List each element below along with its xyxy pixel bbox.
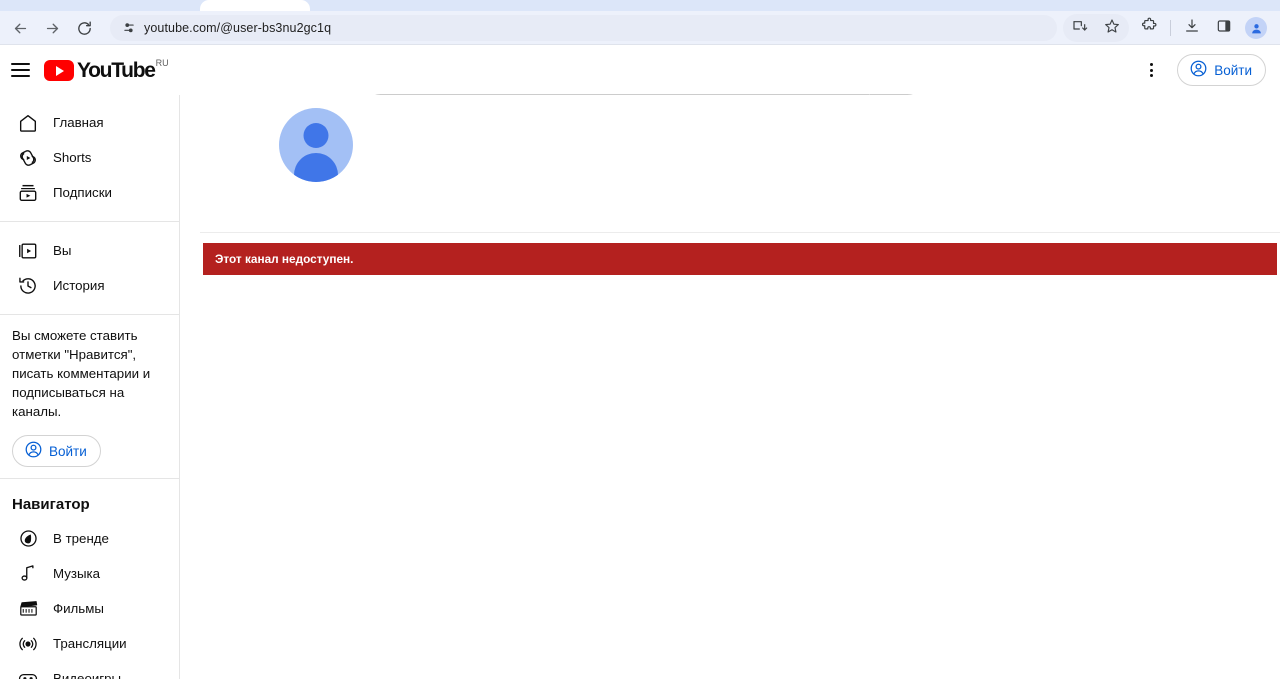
youtube-header: YouTube RU Введите запрос Войти: [0, 45, 1280, 129]
music-note-icon: [11, 563, 45, 584]
side-panel-button[interactable]: [1210, 14, 1238, 42]
movie-clapper-icon: [11, 598, 45, 619]
bookmark-star-icon: [1104, 18, 1120, 39]
avatar-head-shape: [303, 123, 329, 148]
sidebar-item-subscriptions[interactable]: Подписки: [6, 175, 174, 210]
toolbar-actions: [1063, 14, 1272, 42]
content-divider: [200, 232, 1280, 233]
sidebar-item-trending[interactable]: В тренде: [6, 521, 174, 556]
bookmark-button[interactable]: [1098, 14, 1126, 42]
gamepad-icon: [11, 668, 45, 679]
active-browser-tab[interactable]: [200, 0, 310, 11]
header-actions: Войти: [1133, 52, 1266, 88]
sidebar-item-shorts-label: Shorts: [53, 150, 92, 165]
subscriptions-icon: [11, 182, 45, 204]
sidebar-item-home-label: Главная: [53, 115, 104, 130]
header-signin-button[interactable]: Войти: [1177, 54, 1266, 86]
cast-to-device-button[interactable]: [1066, 14, 1094, 42]
sidebar-item-movies-label: Фильмы: [53, 601, 104, 616]
youtube-country-code: RU: [155, 58, 169, 68]
you-library-icon: [11, 240, 45, 262]
tune-settings-icon[interactable]: [122, 21, 136, 35]
forward-button[interactable]: [38, 14, 66, 42]
cast-to-device-icon: [1072, 18, 1088, 39]
channel-unavailable-banner: Этот канал недоступен.: [203, 243, 1277, 275]
forward-arrow-icon: [44, 20, 61, 37]
sidebar-item-live-label: Трансляции: [53, 636, 127, 651]
live-broadcast-icon: [11, 633, 45, 655]
youtube-play-icon: [44, 60, 74, 81]
toolbar-pill-group: [1063, 14, 1129, 42]
signin-promo-text: Вы сможете ставить отметки "Нравится", п…: [12, 328, 151, 419]
account-circle-icon: [24, 440, 43, 462]
extensions-button[interactable]: [1135, 14, 1163, 42]
sidebar-item-you[interactable]: Вы: [6, 233, 174, 268]
browser-chrome: youtube.com/@user-bs3nu2gc1q: [0, 0, 1280, 45]
address-bar[interactable]: youtube.com/@user-bs3nu2gc1q: [110, 15, 1057, 41]
explore-section-title: Навигатор: [12, 496, 90, 513]
downloads-button[interactable]: [1178, 14, 1206, 42]
more-options-button[interactable]: [1133, 52, 1169, 88]
account-circle-icon: [1189, 59, 1208, 81]
header-signin-label: Войти: [1214, 62, 1252, 78]
downloads-icon: [1184, 18, 1200, 39]
sidebar-item-gaming[interactable]: Видеоигры: [6, 661, 174, 679]
profile-avatar-icon: [1245, 17, 1267, 39]
sidebar-item-trending-label: В тренде: [53, 531, 109, 546]
youtube-wordmark: YouTube: [77, 59, 156, 82]
guide-sidebar: Главная Shorts Подписки Вы История Вы см…: [0, 95, 181, 679]
sidebar-item-you-label: Вы: [53, 243, 72, 258]
sidebar-item-gaming-label: Видеоигры: [53, 671, 122, 679]
sidebar-item-shorts[interactable]: Shorts: [6, 140, 174, 175]
page-body: Главная Shorts Подписки Вы История Вы см…: [0, 95, 1280, 679]
reload-icon: [76, 20, 93, 37]
sidebar-item-movies[interactable]: Фильмы: [6, 591, 174, 626]
youtube-logo[interactable]: YouTube RU: [44, 57, 169, 83]
sidebar-item-subscriptions-label: Подписки: [53, 185, 112, 200]
sidebar-divider-2: [0, 314, 180, 315]
sidebar-signin-label: Войти: [49, 443, 87, 459]
sidebar-divider-1: [0, 221, 180, 222]
hamburger-menu-icon: [10, 63, 30, 77]
back-button[interactable]: [6, 14, 34, 42]
url-text: youtube.com/@user-bs3nu2gc1q: [144, 21, 332, 35]
shorts-icon: [11, 147, 45, 169]
trending-flame-icon: [11, 528, 45, 549]
back-arrow-icon: [12, 20, 29, 37]
sidebar-item-home[interactable]: Главная: [6, 105, 174, 140]
guide-menu-button[interactable]: [0, 50, 40, 90]
extensions-puzzle-icon: [1141, 17, 1158, 39]
sidebar-item-history-label: История: [53, 278, 105, 293]
channel-avatar: [279, 108, 353, 182]
more-vertical-icon: [1149, 62, 1153, 78]
sidebar-item-history[interactable]: История: [6, 268, 174, 303]
sidebar-item-music-label: Музыка: [53, 566, 101, 581]
reload-button[interactable]: [70, 14, 98, 42]
avatar-body-shape: [294, 153, 338, 182]
sidebar-item-music[interactable]: Музыка: [6, 556, 174, 591]
side-panel-icon: [1216, 18, 1232, 39]
sidebar-signin-button[interactable]: Войти: [12, 435, 101, 467]
history-clock-icon: [11, 275, 45, 297]
browser-toolbar: youtube.com/@user-bs3nu2gc1q: [0, 11, 1280, 45]
toolbar-separator: [1170, 20, 1171, 36]
sidebar-item-live[interactable]: Трансляции: [6, 626, 174, 661]
home-icon: [11, 112, 45, 134]
channel-unavailable-message: Этот канал недоступен.: [215, 252, 354, 266]
channel-content-area: Этот канал недоступен.: [181, 95, 1280, 679]
sidebar-divider-3: [0, 478, 180, 479]
sidebar-signin-promo: Вы сможете ставить отметки "Нравится", п…: [0, 326, 180, 467]
profile-button[interactable]: [1242, 14, 1270, 42]
tab-strip: [0, 0, 1280, 11]
